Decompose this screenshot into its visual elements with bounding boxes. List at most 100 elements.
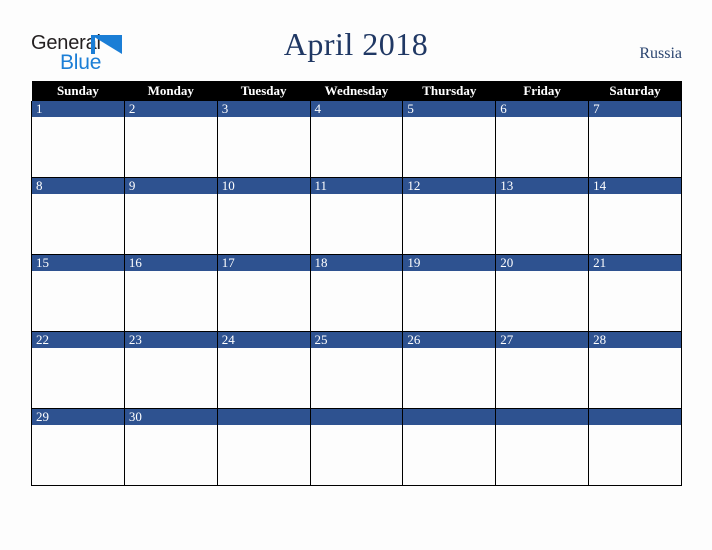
day-notes-area[interactable] [310,117,403,177]
calendar-day-cell[interactable]: 13 [495,177,590,255]
calendar-day-cell[interactable]: 25 [309,331,404,409]
day-notes-area[interactable] [496,194,589,254]
calendar-day-cell[interactable]: 22 [31,331,125,409]
day-notes-area[interactable] [403,425,496,485]
day-notes-area[interactable] [124,117,217,177]
day-number-band: 8 [32,178,124,194]
day-number-band-empty [217,409,310,425]
day-notes-area[interactable] [217,348,310,408]
day-number-band: 15 [32,255,124,271]
calendar-day-cell[interactable]: 17 [216,254,311,332]
country-label: Russia [639,45,682,62]
day-notes-area[interactable] [589,117,681,177]
calendar-day-cell[interactable] [402,408,497,486]
weekday-header-monday: Monday [124,81,218,101]
calendar-day-cell[interactable]: 29 [31,408,125,486]
day-notes-area[interactable] [217,194,310,254]
day-notes-area[interactable] [217,271,310,331]
day-notes-area[interactable] [589,425,681,485]
day-notes-area[interactable] [403,194,496,254]
calendar-day-cell[interactable]: 4 [309,101,404,178]
day-notes-area[interactable] [310,271,403,331]
day-number-band: 28 [589,332,681,348]
day-notes-area[interactable] [124,348,217,408]
day-notes-area[interactable] [32,117,124,177]
day-notes-area[interactable] [310,194,403,254]
calendar-day-cell[interactable]: 10 [216,177,311,255]
day-number-band: 21 [589,255,681,271]
day-number-band: 22 [32,332,124,348]
day-cell-inner: 11 [310,178,403,254]
day-number-band-empty [403,409,496,425]
calendar-day-cell[interactable]: 3 [216,101,311,178]
calendar-day-cell[interactable]: 7 [588,101,682,178]
day-cell-inner: 30 [124,409,217,485]
day-notes-area[interactable] [589,348,681,408]
page-title: April 2018 [283,26,429,62]
calendar-day-cell[interactable]: 19 [402,254,497,332]
day-cell-inner: 25 [310,332,403,408]
calendar-day-cell[interactable]: 16 [123,254,218,332]
calendar-day-cell[interactable]: 11 [309,177,404,255]
day-cell-inner: 27 [496,332,589,408]
calendar-day-cell[interactable]: 5 [402,101,497,178]
calendar-day-cell[interactable] [216,408,311,486]
day-notes-area[interactable] [310,425,403,485]
day-cell-inner: 1 [32,101,124,177]
weekday-header-wednesday: Wednesday [310,81,403,101]
day-notes-area[interactable] [496,425,589,485]
day-cell-inner: 3 [217,101,310,177]
calendar-day-cell[interactable]: 30 [123,408,218,486]
weekday-header-sunday: Sunday [31,81,125,101]
calendar-day-cell[interactable]: 14 [588,177,682,255]
calendar-day-cell[interactable] [588,408,682,486]
day-cell-inner: 18 [310,255,403,331]
day-cell-inner: 8 [32,178,124,254]
day-notes-area[interactable] [496,117,589,177]
calendar-day-cell[interactable] [495,408,590,486]
calendar-day-cell[interactable]: 9 [123,177,218,255]
calendar-day-cell[interactable]: 21 [588,254,682,332]
day-notes-area[interactable] [403,117,496,177]
day-number-band: 5 [403,101,496,117]
calendar-day-cell[interactable]: 2 [123,101,218,178]
day-number-band: 10 [217,178,310,194]
day-notes-area[interactable] [32,425,124,485]
day-cell-inner [589,409,681,485]
day-notes-area[interactable] [403,348,496,408]
calendar-day-cell[interactable]: 1 [31,101,125,178]
calendar-day-cell[interactable]: 23 [123,331,218,409]
day-notes-area[interactable] [217,425,310,485]
day-notes-area[interactable] [124,425,217,485]
day-notes-area[interactable] [496,271,589,331]
calendar-day-cell[interactable]: 26 [402,331,497,409]
day-cell-inner: 14 [589,178,681,254]
calendar-day-cell[interactable]: 20 [495,254,590,332]
day-number-band: 3 [217,101,310,117]
day-notes-area[interactable] [403,271,496,331]
day-notes-area[interactable] [124,194,217,254]
day-notes-area[interactable] [589,194,681,254]
calendar-day-cell[interactable]: 28 [588,331,682,409]
day-number-band: 12 [403,178,496,194]
day-notes-area[interactable] [496,348,589,408]
calendar-day-cell[interactable]: 18 [309,254,404,332]
day-notes-area[interactable] [32,271,124,331]
calendar-day-cell[interactable]: 6 [495,101,590,178]
day-notes-area[interactable] [124,271,217,331]
day-number-band-empty [310,409,403,425]
calendar-day-cell[interactable]: 12 [402,177,497,255]
calendar-day-cell[interactable]: 15 [31,254,125,332]
day-notes-area[interactable] [310,348,403,408]
day-notes-area[interactable] [32,194,124,254]
calendar-day-cell[interactable]: 8 [31,177,125,255]
calendar-week-row: 8 9 10 11 12 13 14 [31,177,682,255]
calendar-day-cell[interactable] [309,408,404,486]
day-notes-area[interactable] [217,117,310,177]
day-notes-area[interactable] [589,271,681,331]
calendar-day-cell[interactable]: 24 [216,331,311,409]
day-cell-inner [217,409,310,485]
day-notes-area[interactable] [32,348,124,408]
calendar-day-cell[interactable]: 27 [495,331,590,409]
day-number-band: 1 [32,101,124,117]
